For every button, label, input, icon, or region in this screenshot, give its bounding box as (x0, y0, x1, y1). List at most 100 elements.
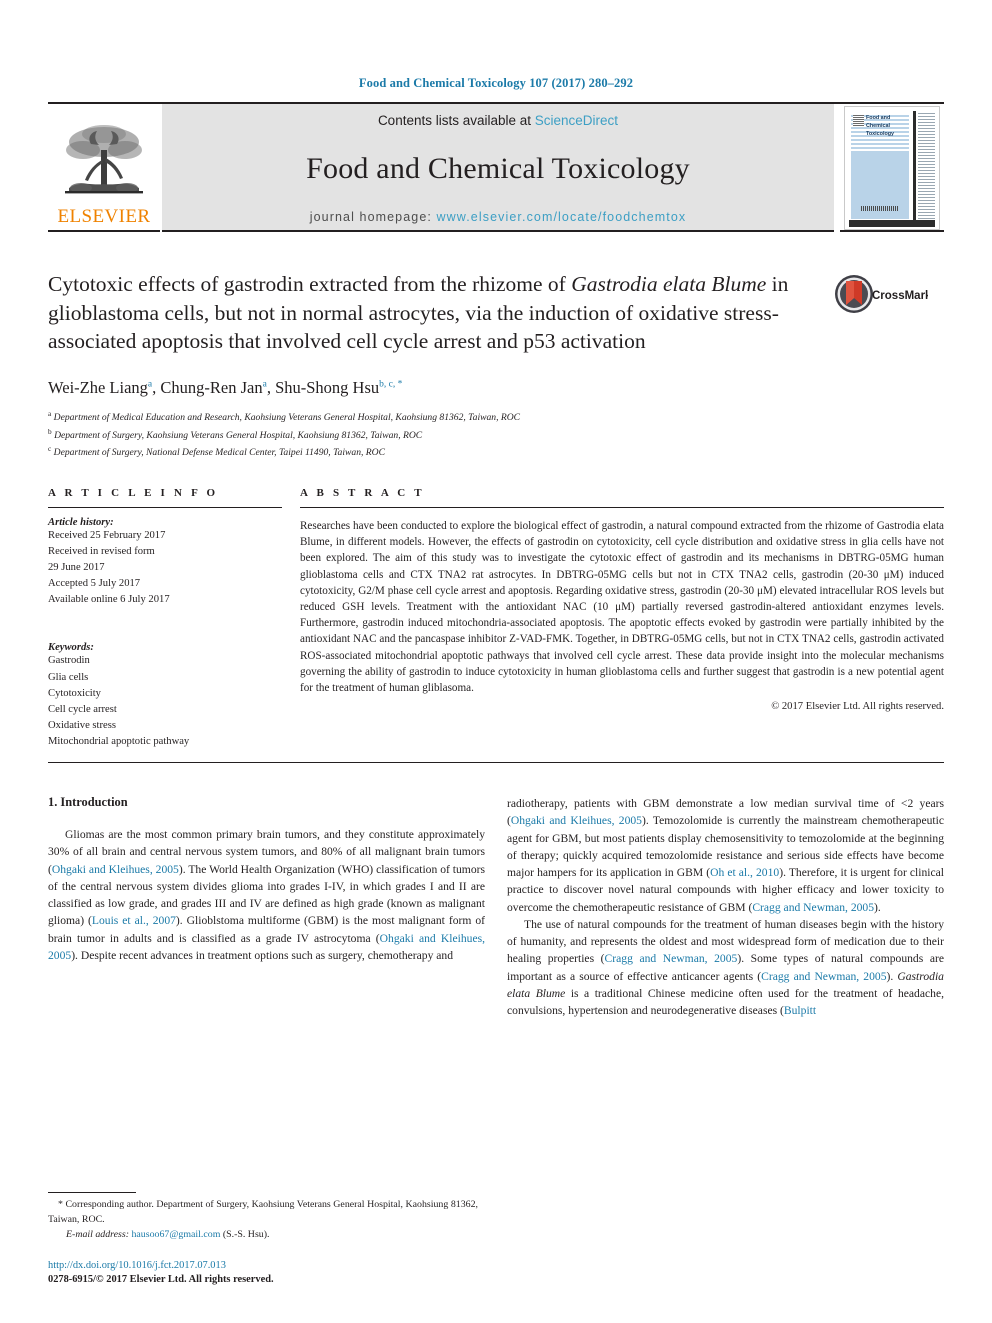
body-column-left: 1. Introduction Gliomas are the most com… (48, 795, 485, 1019)
affiliation-item: c Department of Surgery, National Defens… (48, 443, 944, 461)
sciencedirect-link[interactable]: ScienceDirect (535, 113, 618, 128)
footnote-divider (48, 1191, 136, 1193)
author-marks-1: a (147, 379, 153, 390)
elsevier-logo: ELSEVIER (48, 104, 160, 232)
cover-title-text: Food and Chemical Toxicology (866, 115, 895, 138)
keyword-item: Cytotoxicity (48, 687, 101, 699)
title-block: Cytotoxic effects of gastrodin extracted… (48, 270, 944, 356)
affiliation-item: a Department of Medical Education and Re… (48, 408, 944, 426)
affiliation-text: Department of Surgery, National Defense … (53, 447, 385, 459)
contents-available-line: Contents lists available at ScienceDirec… (378, 113, 618, 128)
affiliation-list: a Department of Medical Education and Re… (48, 408, 944, 461)
author-marks-3: b, c, * (379, 379, 403, 390)
cover-bottom-bar (849, 220, 935, 227)
journal-masthead: ELSEVIER Contents lists available at Sci… (48, 102, 944, 232)
article-info-heading: A R T I C L E I N F O (48, 486, 219, 499)
author-name-2: Chung-Ren Jan (160, 377, 263, 397)
issn-copyright-line: 0278-6915/© 2017 Elsevier Ltd. All right… (48, 1274, 274, 1286)
cover-spine (913, 111, 916, 225)
cover-right-panel (918, 113, 935, 219)
text-run: ). (874, 900, 881, 914)
introduction-heading: 1. Introduction (48, 794, 128, 809)
abstract-rule (300, 506, 944, 508)
email-label: E-mail address: (66, 1229, 129, 1241)
affiliation-item: b Department of Surgery, Kaohsiung Veter… (48, 426, 944, 444)
running-head: Food and Chemical Toxicology 107 (2017) … (358, 76, 634, 90)
doi-link[interactable]: http://dx.doi.org/10.1016/j.fct.2017.07.… (48, 1259, 478, 1274)
cover-art: Food and Chemical Toxicology (844, 106, 940, 230)
email-link[interactable]: hausoo67@gmail.com (131, 1229, 220, 1240)
history-line: Received in revised form (48, 546, 155, 558)
footnote-block: * Corresponding author. Department of Su… (48, 1191, 478, 1288)
author-name-1: Wei-Zhe Liang (48, 377, 148, 397)
info-abstract-section: A R T I C L E I N F O Article history: R… (48, 487, 944, 750)
text-run: ). (886, 969, 898, 983)
page-title: Cytotoxic effects of gastrodin extracted… (48, 270, 828, 356)
crossmark-badge[interactable]: CrossMark (828, 270, 928, 316)
citation-link[interactable]: Ohgaki and Kleihues, 2005 (511, 814, 642, 827)
corresponding-author-note: * Corresponding author. Department of Su… (48, 1198, 478, 1225)
abstract-text: Researches have been conducted to explor… (300, 519, 944, 695)
crossmark-icon[interactable]: CrossMark (832, 272, 928, 316)
keyword-item: Mitochondrial apoptotic pathway (48, 735, 190, 747)
citation-link[interactable]: Oh et al., 2010 (710, 866, 779, 879)
body-paragraph: radiotherapy, patients with GBM demonstr… (507, 795, 944, 916)
author-marks-2: a (262, 379, 267, 390)
affiliation-mark: b (48, 426, 52, 436)
cover-footer-mark (861, 206, 899, 211)
homepage-label: journal homepage: (309, 210, 437, 224)
elsevier-tree-icon (65, 125, 143, 194)
journal-homepage-line: journal homepage: www.elsevier.com/locat… (310, 210, 687, 224)
article-info-rule (48, 506, 282, 508)
citation-link[interactable]: Cragg and Newman, 2005 (605, 952, 738, 965)
affiliation-mark: a (48, 408, 52, 418)
section-divider (48, 761, 944, 763)
keywords-label: Keywords: (48, 642, 94, 654)
text-run: ). Despite recent advances in treatment … (71, 948, 454, 962)
email-note: E-mail address: hausoo67@gmail.com (S.-S… (48, 1228, 478, 1243)
affiliation-text: Department of Medical Education and Rese… (53, 411, 521, 423)
keyword-item: Glia cells (48, 671, 89, 683)
affiliation-mark: c (48, 444, 52, 454)
abstract-column: A B S T R A C T Researches have been con… (300, 487, 944, 750)
history-line: Received 25 February 2017 (48, 529, 166, 541)
citation-link[interactable]: Ohgaki and Kleihues, 2005 (52, 863, 179, 876)
citation-link[interactable]: Cragg and Newman, 2005 (752, 901, 874, 914)
keywords-block: Keywords: Gastrodin Glia cells Cytotoxic… (48, 642, 282, 750)
elsevier-wordmark: ELSEVIER (57, 206, 151, 227)
keyword-item: Oxidative stress (48, 719, 116, 731)
affiliation-text: Department of Surgery, Kaohsiung Veteran… (54, 429, 423, 441)
keyword-item: Cell cycle arrest (48, 703, 117, 715)
body-columns: 1. Introduction Gliomas are the most com… (48, 795, 944, 1019)
body-column-right: radiotherapy, patients with GBM demonstr… (507, 795, 944, 1019)
email-suffix: (S.-S. Hsu). (222, 1229, 270, 1241)
contents-prefix: Contents lists available at (377, 113, 535, 128)
citation-link[interactable]: Bulpitt (784, 1004, 816, 1017)
body-paragraph: The use of natural compounds for the tre… (507, 916, 944, 1020)
title-species-italic: Gastrodia elata Blume (571, 272, 767, 296)
citation-link[interactable]: Louis et al., 2007 (92, 914, 176, 927)
body-paragraph: Gliomas are the most common primary brai… (48, 826, 485, 964)
cover-logo-icon (853, 115, 864, 126)
keyword-item: Gastrodin (48, 655, 90, 667)
history-line: Available online 6 July 2017 (48, 594, 170, 606)
author-name-3: Shu-Shong Hsu (275, 377, 380, 397)
history-line: 29 June 2017 (48, 562, 105, 574)
journal-title: Food and Chemical Toxicology (306, 152, 690, 185)
svg-text:CrossMark: CrossMark (872, 290, 928, 302)
citation-link[interactable]: Cragg and Newman, 2005 (761, 970, 886, 983)
article-info-column: A R T I C L E I N F O Article history: R… (48, 487, 300, 750)
journal-cover-thumbnail: Food and Chemical Toxicology (840, 104, 944, 232)
author-list: Wei-Zhe Lianga, Chung-Ren Jana, Shu-Shon… (48, 377, 403, 397)
doi-block: http://dx.doi.org/10.1016/j.fct.2017.07.… (48, 1259, 478, 1288)
article-history-label: Article history: (48, 516, 114, 528)
paper-page: Food and Chemical Toxicology 107 (2017) … (0, 0, 992, 1323)
abstract-heading: A B S T R A C T (300, 486, 425, 499)
title-part-1: Cytotoxic effects of gastrodin extracted… (48, 272, 572, 296)
history-line: Accepted 5 July 2017 (48, 578, 141, 590)
article-history-block: Article history: Received 25 February 20… (48, 517, 282, 608)
homepage-url[interactable]: www.elsevier.com/locate/foodchemtox (437, 210, 687, 224)
abstract-copyright: © 2017 Elsevier Ltd. All rights reserved… (771, 701, 944, 713)
text-run: is a traditional Chinese medicine often … (507, 986, 944, 1018)
masthead-center: Contents lists available at ScienceDirec… (162, 104, 834, 232)
